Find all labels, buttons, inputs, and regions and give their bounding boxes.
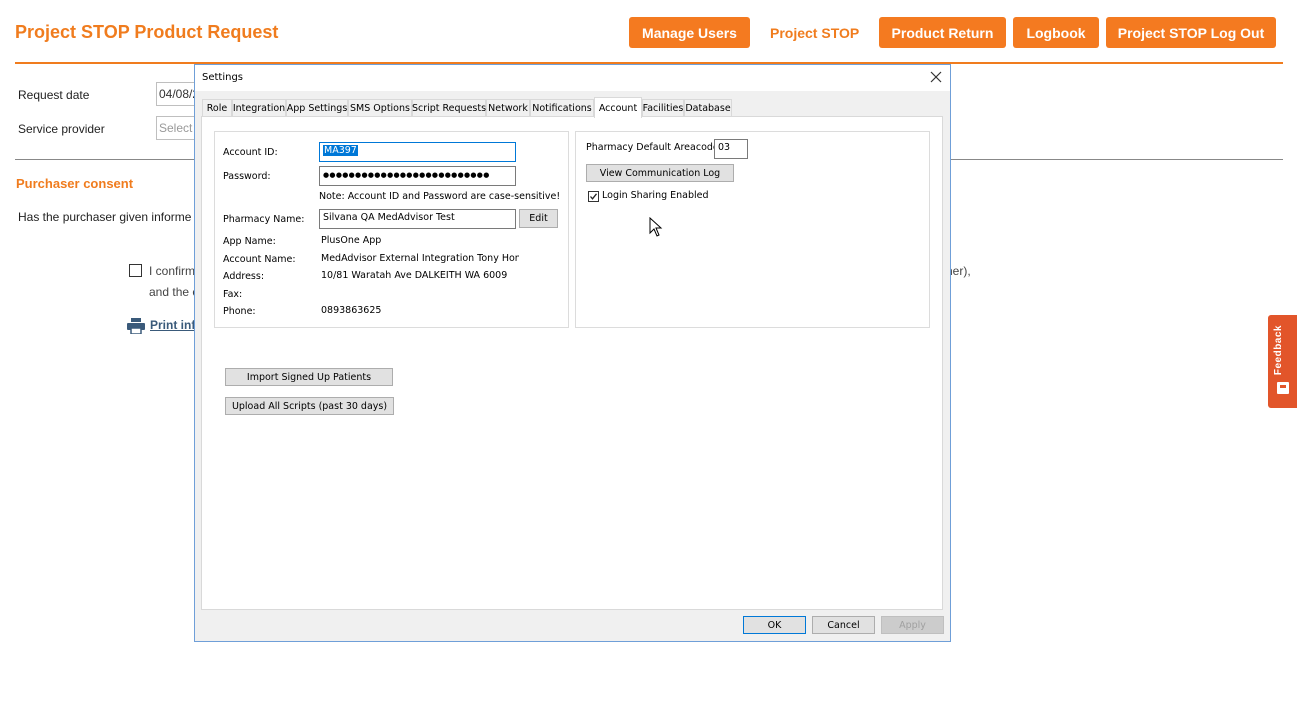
feedback-icon — [1277, 382, 1289, 394]
import-signed-up-patients-button[interactable]: Import Signed Up Patients — [225, 368, 393, 386]
phone-label: Phone: — [223, 306, 256, 317]
service-provider-label: Service provider — [18, 122, 105, 136]
mouse-cursor-icon — [649, 217, 663, 237]
tab-app-settings[interactable]: App Settings — [286, 99, 348, 116]
manage-users-button[interactable]: Manage Users — [629, 17, 750, 48]
tab-script-requests[interactable]: Script Requests — [412, 99, 486, 116]
account-details-group: Account ID: MA397 Password: ●●●●●●●●●●●●… — [214, 131, 569, 328]
upload-all-scripts-button[interactable]: Upload All Scripts (past 30 days) — [225, 397, 394, 415]
dialog-titlebar[interactable]: Settings — [195, 65, 950, 91]
areacode-label: Pharmacy Default Areacode: — [586, 142, 722, 153]
project-stop-link[interactable]: Project STOP — [770, 17, 859, 48]
account-id-field[interactable]: MA397 — [319, 142, 516, 162]
dialog-title: Settings — [202, 72, 244, 83]
app-name-label: App Name: — [223, 236, 276, 247]
password-label: Password: — [223, 171, 271, 182]
apply-button[interactable]: Apply — [881, 616, 944, 634]
pharmacy-name-field[interactable]: Silvana QA MedAdvisor Test — [319, 209, 516, 229]
pharmacy-options-group: Pharmacy Default Areacode: 03 View Commu… — [575, 131, 930, 328]
phone-value: 0893863625 — [321, 305, 382, 316]
settings-dialog: Settings Role Integration App Settings S… — [194, 64, 951, 642]
tab-integration[interactable]: Integration — [232, 99, 286, 116]
view-communication-log-button[interactable]: View Communication Log — [586, 164, 734, 182]
product-return-button[interactable]: Product Return — [879, 17, 1006, 48]
pharmacy-name-label: Pharmacy Name: — [223, 214, 305, 225]
tab-database[interactable]: Database — [684, 99, 732, 116]
page-title: Project STOP Product Request — [15, 22, 279, 42]
areacode-field[interactable]: 03 — [714, 139, 748, 159]
request-date-label: Request date — [18, 88, 90, 102]
consent-text: I confirm — [149, 264, 196, 278]
fax-label: Fax: — [223, 289, 243, 300]
account-id-label: Account ID: — [223, 147, 278, 158]
close-icon[interactable] — [928, 69, 944, 85]
account-id-value: MA397 — [323, 145, 358, 156]
edit-button[interactable]: Edit — [519, 209, 558, 228]
checkmark-icon — [590, 193, 598, 200]
account-tab-panel: Account ID: MA397 Password: ●●●●●●●●●●●●… — [201, 116, 943, 610]
password-field[interactable]: ●●●●●●●●●●●●●●●●●●●●●●●●●● — [319, 166, 516, 186]
purchaser-consent-heading: Purchaser consent — [16, 176, 134, 191]
login-sharing-checkbox[interactable] — [588, 191, 599, 202]
feedback-tab[interactable]: Feedback — [1268, 315, 1297, 408]
consent-checkbox[interactable] — [129, 264, 142, 277]
account-name-value: MedAdvisor External Integration Tony Hon… — [321, 253, 519, 264]
login-sharing-label: Login Sharing Enabled — [602, 190, 709, 201]
cancel-button[interactable]: Cancel — [812, 616, 875, 634]
ok-button[interactable]: OK — [743, 616, 806, 634]
print-info-link[interactable]: Print inf — [150, 318, 195, 332]
tab-notifications[interactable]: Notifications — [530, 99, 594, 116]
logout-button[interactable]: Project STOP Log Out — [1106, 17, 1276, 48]
consent-text-continued: and the c — [149, 285, 199, 299]
feedback-label: Feedback — [1273, 325, 1284, 376]
consent-question: Has the purchaser given informe — [18, 210, 192, 224]
app-name-value: PlusOne App — [321, 235, 382, 246]
account-name-label: Account Name: — [223, 254, 296, 265]
tab-sms-options[interactable]: SMS Options — [348, 99, 412, 116]
logbook-button[interactable]: Logbook — [1013, 17, 1099, 48]
address-label: Address: — [223, 271, 265, 282]
address-value: 10/81 Waratah Ave DALKEITH WA 6009 — [321, 270, 508, 281]
tab-role[interactable]: Role — [202, 99, 232, 116]
case-sensitive-note: Note: Account ID and Password are case-s… — [319, 191, 561, 202]
print-icon[interactable] — [127, 318, 145, 334]
tab-account[interactable]: Account — [594, 97, 642, 118]
tab-network[interactable]: Network — [486, 99, 530, 116]
tab-facilities[interactable]: Facilities — [642, 99, 684, 116]
